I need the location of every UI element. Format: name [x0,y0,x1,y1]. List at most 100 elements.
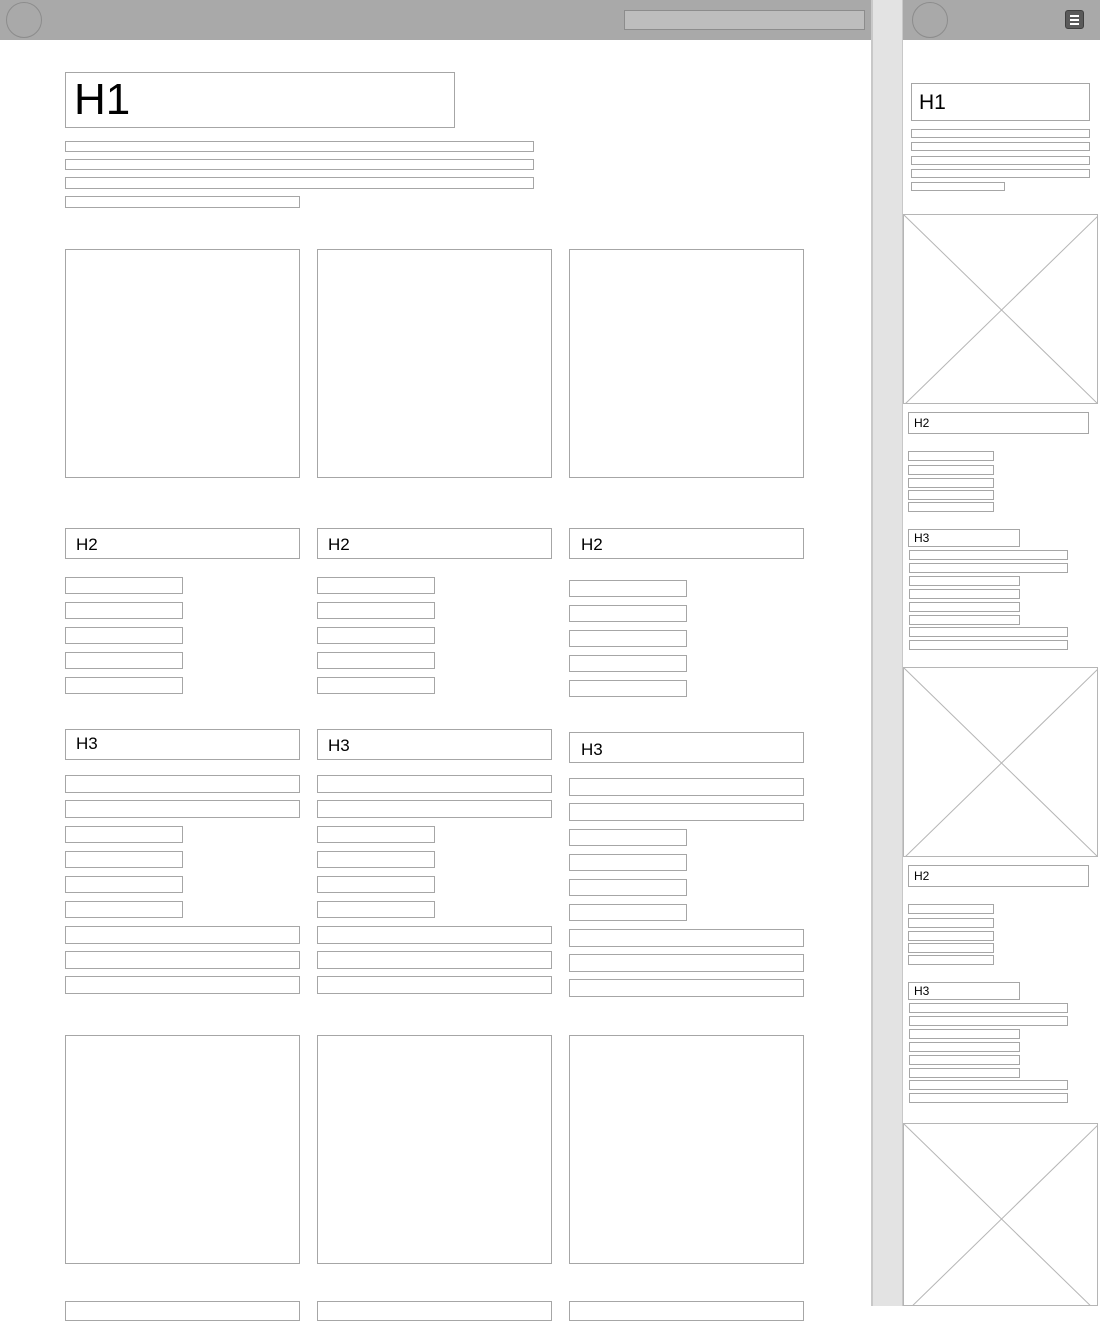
text-line [909,1016,1068,1026]
section-heading-h2-label: H2 [581,535,603,554]
text-line [317,951,552,969]
list-item [65,677,183,694]
list-item [909,1068,1020,1078]
intro-text-line [911,156,1090,165]
section-heading-h3: H3 [65,729,300,760]
list-item [909,1029,1020,1039]
logo-circle-icon[interactable] [912,2,948,38]
image-placeholder-icon [903,667,1098,857]
mobile-wireframe: H1 H2 H3 H2 H3 [903,0,1100,1306]
text-line [569,954,804,972]
desktop-wireframe: H1 H2 H3 H2 H3 H2 H3 [0,0,871,1321]
section-heading-h2-label: H2 [76,535,98,554]
intro-text-line [911,129,1090,138]
page-title-h1: H1 [65,72,455,128]
list-item [908,478,994,488]
image-placeholder-icon [903,214,1098,404]
intro-text-line [65,159,534,170]
list-item [908,904,994,914]
text-line [909,1003,1068,1013]
list-item [909,1055,1020,1065]
text-line [569,778,804,796]
search-input[interactable] [624,10,865,30]
text-line [317,800,552,818]
list-item [909,602,1020,612]
section-heading-h3: H3 [569,732,804,763]
section-heading-h3: H3 [908,982,1020,1000]
text-line [317,976,552,994]
list-item [317,602,435,619]
section-heading-h3-label: H3 [76,734,98,753]
list-item [317,627,435,644]
text-line [65,800,300,818]
list-item [569,904,687,921]
list-item [569,580,687,597]
image-placeholder-icon [903,1123,1098,1306]
logo-circle-icon[interactable] [6,2,42,38]
section-heading-h2-label: H2 [328,535,350,554]
list-item [317,677,435,694]
list-item [908,955,994,965]
list-item [908,943,994,953]
list-item [65,851,183,868]
image-placeholder [569,1035,804,1264]
section-heading-h3-label: H3 [581,740,603,759]
list-item [569,605,687,622]
text-line [909,640,1068,650]
section-heading-h3: H3 [908,529,1020,547]
page-title-h1-label: H1 [74,75,131,124]
text-line [909,1093,1068,1103]
list-item [909,1042,1020,1052]
intro-text-line [65,141,534,152]
mobile-page-title-h1: H1 [911,83,1090,121]
list-item [908,490,994,500]
image-placeholder [65,1301,300,1321]
section-heading-h2-label: H2 [914,869,930,883]
list-item [65,901,183,918]
list-item [909,589,1020,599]
list-item [317,652,435,669]
list-item [317,876,435,893]
list-item [65,826,183,843]
image-placeholder [317,249,552,478]
frame-gutter [873,0,902,1306]
list-item [569,829,687,846]
list-item [569,854,687,871]
section-heading-h2: H2 [908,865,1089,887]
section-heading-h2-label: H2 [914,416,930,430]
intro-text-line [911,142,1090,151]
mobile-page-title-h1-label: H1 [919,91,946,114]
list-item [569,655,687,672]
list-item [65,627,183,644]
image-placeholder [569,249,804,478]
intro-text-line [65,177,534,189]
hamburger-menu-icon[interactable] [1065,10,1084,29]
list-item [317,577,435,594]
list-item [65,652,183,669]
list-item [909,615,1020,625]
image-placeholder [65,1035,300,1264]
image-placeholder [317,1301,552,1321]
section-heading-h2: H2 [317,528,552,559]
list-item [65,577,183,594]
text-line [909,550,1068,560]
text-line [317,775,552,793]
image-placeholder [65,249,300,478]
list-item [65,602,183,619]
list-item [909,576,1020,586]
section-heading-h3-label: H3 [328,736,350,755]
intro-text-line [911,182,1005,191]
section-heading-h2: H2 [569,528,804,559]
list-item [317,851,435,868]
section-heading-h3: H3 [317,729,552,760]
list-item [908,502,994,512]
intro-text-line [65,196,300,208]
section-heading-h3-label: H3 [914,984,930,998]
text-line [65,775,300,793]
text-line [569,929,804,947]
list-item [908,465,994,475]
section-heading-h3-label: H3 [914,531,930,545]
list-item [908,918,994,928]
section-heading-h2: H2 [908,412,1089,434]
text-line [909,1080,1068,1090]
